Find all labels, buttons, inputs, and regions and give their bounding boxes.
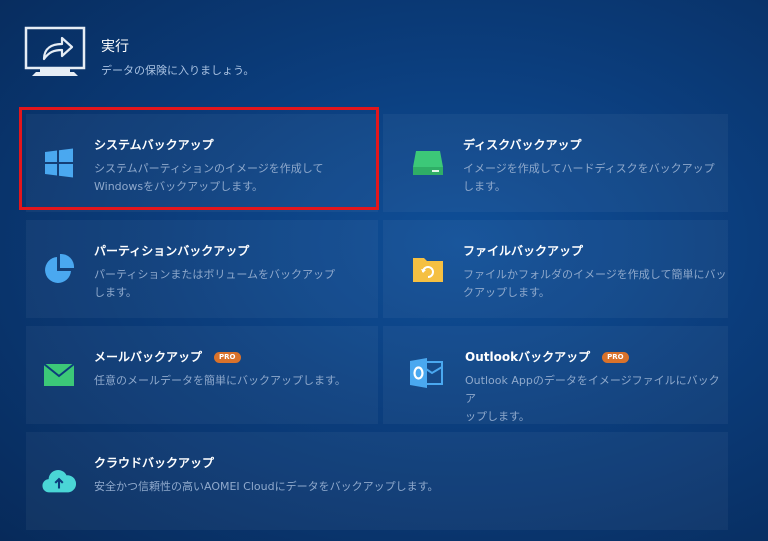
system-backup-card[interactable]: システムバックアップ システムパーティションのイメージを作成して Windows… bbox=[26, 114, 378, 212]
page-header: 実行 データの保険に入りましょう。 bbox=[24, 26, 724, 82]
page-title: 実行 bbox=[101, 39, 129, 55]
card-title: システムバックアップ bbox=[94, 138, 214, 152]
file-backup-card[interactable]: ファイルバックアップ ファイルかフォルダのイメージを作成して簡単にバッ クアップ… bbox=[383, 220, 728, 318]
windows-icon bbox=[42, 146, 76, 180]
cloud-upload-icon bbox=[42, 464, 76, 498]
card-title: ディスクバックアップ bbox=[463, 138, 582, 152]
outlook-backup-card[interactable]: Outlookバックアップ PRO Outlook Appのデータをイメージファイ… bbox=[383, 326, 728, 424]
mail-backup-card[interactable]: メールバックアップ PRO 任意のメールデータを簡単にバックアップします。 bbox=[26, 326, 378, 424]
card-title: パーティションバックアップ bbox=[94, 244, 250, 258]
page-subtitle: データの保険に入りましょう。 bbox=[101, 64, 255, 77]
card-title: クラウドバックアップ bbox=[94, 456, 215, 470]
partition-backup-card[interactable]: パーティションバックアップ パーティションまたはボリュームをバックアップ します… bbox=[26, 220, 378, 318]
card-title: Outlookバックアップ PRO bbox=[465, 348, 629, 365]
card-title: メールバックアップ PRO bbox=[94, 348, 241, 365]
folder-sync-icon bbox=[411, 252, 445, 286]
card-title: ファイルバックアップ bbox=[463, 244, 584, 258]
card-description: システムパーティションのイメージを作成して Windowsをバックアップします。 bbox=[94, 162, 324, 193]
partition-pie-icon bbox=[42, 252, 76, 286]
monitor-share-icon bbox=[24, 26, 86, 76]
card-description: 安全かつ信頼性の高いAOMEI Cloudにデータをバックアップします。 bbox=[94, 480, 439, 493]
card-description: ファイルかフォルダのイメージを作成して簡単にバッ クアップします。 bbox=[463, 268, 727, 299]
disk-icon bbox=[411, 146, 445, 180]
mail-icon bbox=[42, 358, 76, 392]
pro-badge: PRO bbox=[214, 352, 241, 363]
card-description: パーティションまたはボリュームをバックアップ します。 bbox=[94, 268, 336, 299]
card-description: Outlook Appのデータをイメージファイルにバックア ップします。 bbox=[465, 374, 720, 423]
card-title-text: メールバックアップ bbox=[94, 350, 203, 364]
card-description: 任意のメールデータを簡単にバックアップします。 bbox=[94, 374, 346, 387]
outlook-icon bbox=[409, 356, 443, 390]
pro-badge: PRO bbox=[602, 352, 629, 363]
cloud-backup-card[interactable]: クラウドバックアップ 安全かつ信頼性の高いAOMEI Cloudにデータをバック… bbox=[26, 432, 728, 530]
disk-backup-card[interactable]: ディスクバックアップ イメージを作成してハードディスクをバックアップ します。 bbox=[383, 114, 728, 212]
card-title-text: Outlookバックアップ bbox=[465, 350, 591, 364]
card-description: イメージを作成してハードディスクをバックアップ します。 bbox=[463, 162, 715, 193]
